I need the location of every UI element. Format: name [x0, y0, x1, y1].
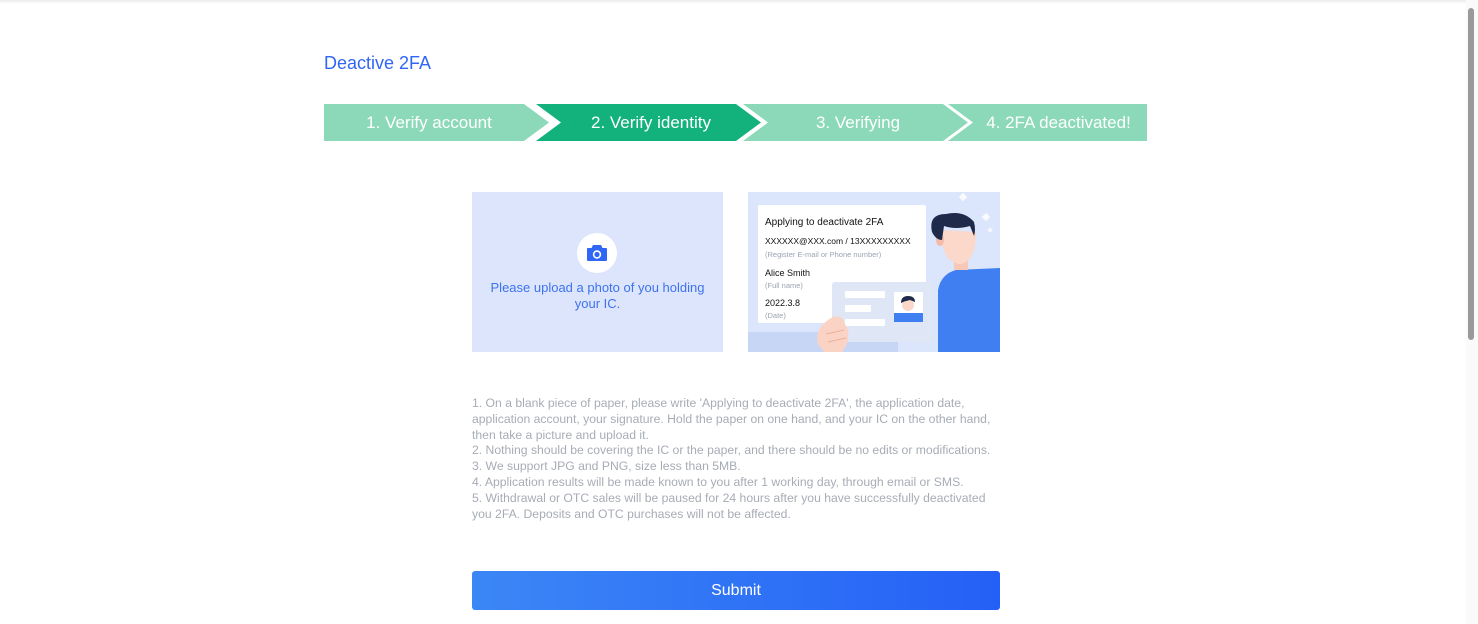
step-verify-identity: 2. Verify identity: [536, 104, 761, 141]
progress-stepper: 1. Verify account 2. Verify identity 3. …: [324, 104, 1147, 141]
example-photo: Applying to deactivate 2FA XXXXXX@XXX.co…: [748, 192, 1000, 352]
step-label: 4. 2FA deactivated!: [986, 113, 1131, 132]
step-label: 1. Verify account: [366, 113, 492, 132]
step-verify-account: 1. Verify account: [324, 104, 549, 141]
instruction-item: 4. Application results will be made know…: [472, 474, 964, 489]
step-verifying: 3. Verifying: [743, 104, 968, 141]
submit-button[interactable]: Submit: [472, 571, 1000, 610]
camera-icon: [577, 233, 617, 273]
step-label: 2. Verify identity: [590, 113, 711, 132]
instruction-item: 2. Nothing should be covering the IC or …: [472, 443, 991, 458]
vertical-scrollbar[interactable]: [1466, 0, 1478, 624]
page-title: Deactive 2FA: [324, 53, 432, 73]
instruction-item: 1. On a blank piece of paper, please wri…: [472, 396, 991, 442]
deactivate-2fa-page: Deactive 2FA 1. Verify account 2. Verify…: [0, 0, 1478, 624]
upload-instruction-text: Please upload a photo of you holding you…: [490, 280, 705, 311]
header-shadow: [0, 0, 1466, 4]
person-holding-id-illustration: [817, 213, 976, 352]
instruction-item: 3. We support JPG and PNG, size less tha…: [472, 459, 741, 474]
instruction-item: 5. Withdrawal or OTC sales will be pause…: [472, 490, 986, 521]
step-label: 3. Verifying: [815, 113, 901, 132]
photo-upload-area[interactable]: Please upload a photo of you holding you…: [472, 192, 723, 352]
step-2fa-deactivated: 4. 2FA deactivated!: [948, 104, 1147, 141]
scrollbar-thumb[interactable]: [1468, 8, 1474, 340]
instructions-list: 1. On a blank piece of paper, please wri…: [472, 396, 1002, 522]
